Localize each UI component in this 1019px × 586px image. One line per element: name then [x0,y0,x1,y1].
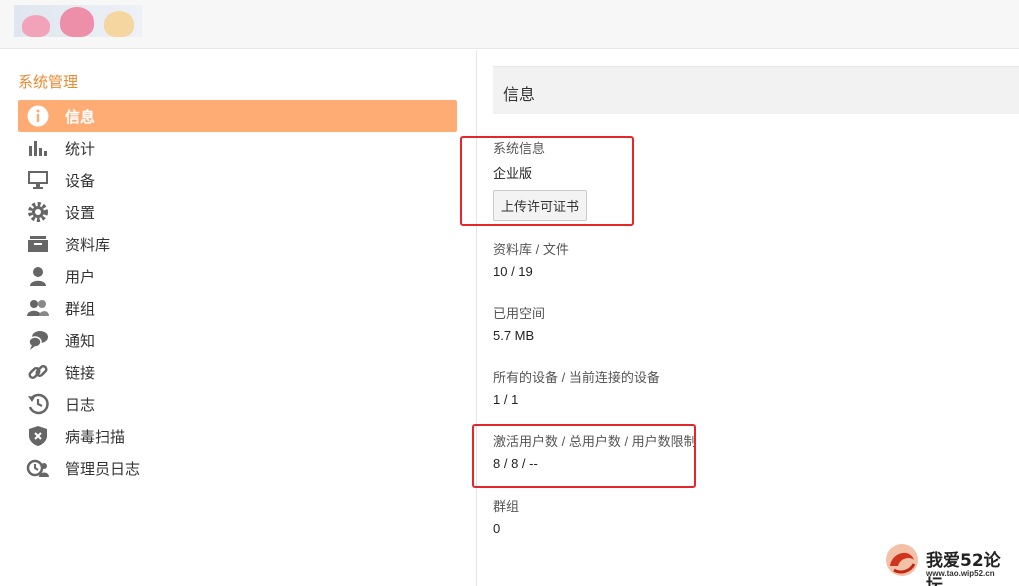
sidebar-item-label: 信息 [65,108,96,126]
info-icon [26,104,50,128]
pig-figure [22,15,50,37]
shield-icon [26,424,50,448]
sidebar-item-info[interactable]: 信息 [18,100,457,132]
space-value: 5.7 MB [493,328,535,343]
forum-watermark: 我爱52论坛 www.tao.wip52.cn [880,540,1015,586]
sidebar-item-users[interactable]: 用户 [18,260,457,292]
history-icon [26,392,50,416]
sidebar-item-label: 设置 [65,204,96,222]
groups-label: 群组 [493,499,520,514]
edition-value: 企业版 [493,166,533,181]
sidebar-item-groups[interactable]: 群组 [18,292,457,324]
dragon-logo-icon [886,544,918,576]
sidebar-item-settings[interactable]: 设置 [18,196,457,228]
sidebar-item-label: 链接 [65,364,96,382]
sidebar-item-virus-scan[interactable]: 病毒扫描 [18,420,457,452]
users-label: 激活用户数 / 总用户数 / 用户数限制 [493,434,697,449]
sidebar-item-stats[interactable]: 统计 [18,132,457,164]
inbox-icon [26,232,50,256]
bar-chart-icon [26,136,50,160]
devices-label: 所有的设备 / 当前连接的设备 [493,370,660,385]
sidebar-item-label: 用户 [65,268,96,286]
pig-figure [60,7,94,37]
link-icon [26,360,50,384]
speech-bubble-icon [26,328,50,352]
system-info-section: 系统信息 企业版 上传许可证书 [493,138,588,221]
libraries-section: 资料库 / 文件 10 / 19 [493,239,569,279]
system-info-label: 系统信息 [493,141,546,156]
upload-license-button[interactable]: 上传许可证书 [493,190,588,221]
sidebar-item-logs[interactable]: 日志 [18,388,457,420]
main-panel: 信息 系统信息 企业版 上传许可证书 资料库 / 文件 10 / 19 已用空间… [478,50,1019,586]
site-logo[interactable] [14,5,142,37]
groups-section: 群组 0 [493,496,519,536]
sidebar-item-label: 病毒扫描 [65,428,126,446]
sidebar-nav: 信息 统计 设备 设置 资料库 用户 群组 通知 链接 日志 病毒扫描 管理员日… [18,100,457,484]
users-section: 激活用户数 / 总用户数 / 用户数限制 8 / 8 / -- [493,431,697,471]
sidebar-item-label: 管理员日志 [65,460,141,478]
sidebar-item-label: 统计 [65,140,96,158]
info-header: 信息 [493,66,1019,114]
sidebar-item-label: 群组 [65,300,96,318]
sidebar-item-admin-logs[interactable]: 管理员日志 [18,452,457,484]
sidebar-item-notifications[interactable]: 通知 [18,324,457,356]
sidebar-item-label: 资料库 [65,236,111,254]
user-icon [26,264,50,288]
libraries-value: 10 / 19 [493,264,533,279]
sidebar-title: 系统管理 [18,74,79,91]
sidebar-item-devices[interactable]: 设备 [18,164,457,196]
devices-section: 所有的设备 / 当前连接的设备 1 / 1 [493,367,660,407]
space-section: 已用空间 5.7 MB [493,303,545,343]
sidebar-item-label: 设备 [65,172,96,190]
watermark-text: 我爱52论坛 [926,551,1001,586]
space-label: 已用空间 [493,306,546,321]
libraries-label: 资料库 / 文件 [493,242,569,257]
sidebar: 系统管理 信息 统计 设备 设置 资料库 用户 群组 通知 链接 日志 病毒扫描… [0,50,477,586]
devices-value: 1 / 1 [493,392,519,407]
admin-log-icon [26,456,50,480]
sidebar-item-libraries[interactable]: 资料库 [18,228,457,260]
groups-value: 0 [493,521,501,536]
watermark-url: www.tao.wip52.cn [926,569,995,578]
pig-figure [104,11,134,37]
page-title: 信息 [503,87,536,104]
sidebar-item-label: 通知 [65,332,96,350]
users-value: 8 / 8 / -- [493,456,538,471]
gear-icon [26,200,50,224]
sidebar-item-label: 日志 [65,396,96,414]
desktop-icon [26,168,50,192]
sidebar-item-links[interactable]: 链接 [18,356,457,388]
top-bar [0,0,1019,49]
group-icon [26,296,50,320]
